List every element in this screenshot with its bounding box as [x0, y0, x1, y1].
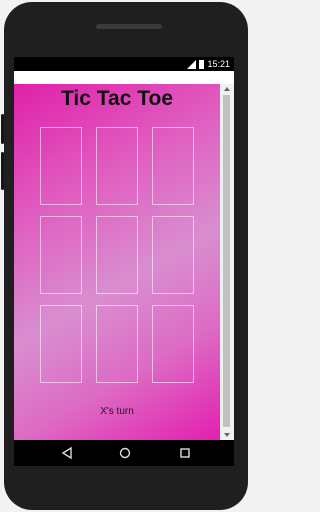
- battery-icon: [199, 59, 205, 69]
- board-cell-3[interactable]: [152, 127, 194, 205]
- navigation-bar: [14, 440, 234, 466]
- turn-indicator: X's turn: [100, 406, 134, 417]
- recents-icon[interactable]: [178, 446, 192, 460]
- page-title: Tic Tac Toe: [60, 87, 174, 110]
- game-area: Tic Tac Toe X's turn: [14, 84, 220, 440]
- power-button: [1, 114, 4, 144]
- home-icon[interactable]: [118, 446, 132, 460]
- board-cell-5[interactable]: [96, 216, 138, 294]
- board-cell-1[interactable]: [40, 127, 82, 205]
- scroll-up-icon[interactable]: [224, 87, 230, 91]
- clock: 15:21: [207, 59, 230, 69]
- scrollbar-thumb[interactable]: [223, 95, 230, 427]
- scroll-down-icon[interactable]: [224, 433, 230, 437]
- app-top-strip: [14, 71, 234, 84]
- board-cell-7[interactable]: [40, 305, 82, 383]
- volume-button: [1, 152, 4, 190]
- board-cell-9[interactable]: [152, 305, 194, 383]
- status-bar: 15:21: [14, 57, 234, 71]
- board-cell-2[interactable]: [96, 127, 138, 205]
- board-cell-6[interactable]: [152, 216, 194, 294]
- back-icon[interactable]: [60, 446, 74, 460]
- earpiece-speaker: [96, 24, 162, 29]
- scrollbar[interactable]: [220, 84, 234, 440]
- device-screen: 15:21 Tic Tac Toe X's turn: [14, 57, 234, 440]
- board-cell-4[interactable]: [40, 216, 82, 294]
- board-cell-8[interactable]: [96, 305, 138, 383]
- signal-icon: [187, 59, 197, 69]
